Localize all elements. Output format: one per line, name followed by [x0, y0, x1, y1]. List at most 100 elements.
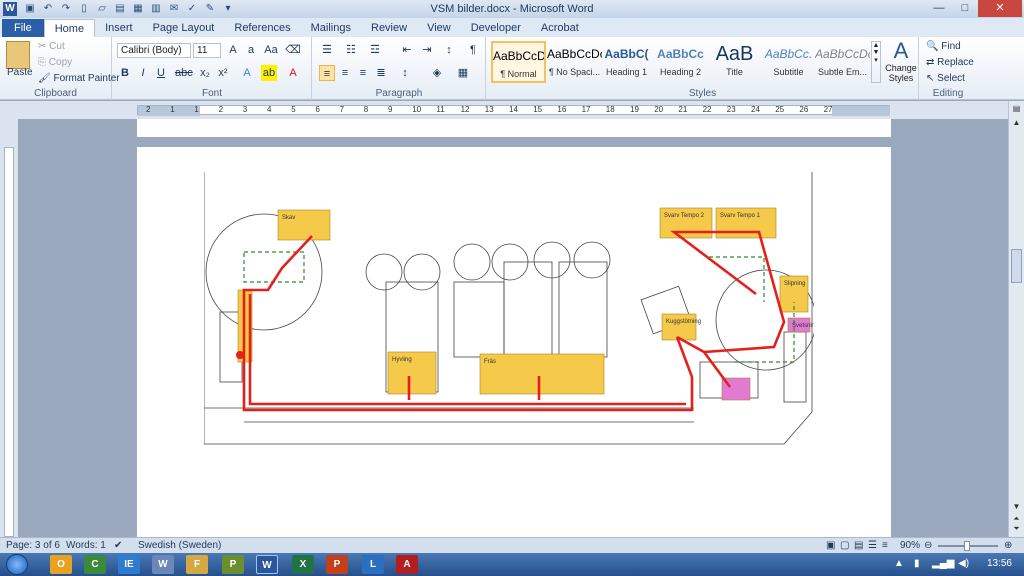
format-painter-button[interactable]: 🖌 Format Painter [38, 73, 120, 84]
align-center-icon[interactable]: ≡ [337, 65, 353, 81]
styles-scroll-icon[interactable]: ▲ ▼ ▾ [871, 41, 881, 83]
vertical-scrollbar[interactable]: ▤ ▲ ▼ ⏶ ⏷ [1008, 101, 1024, 537]
taskbar-app-chrome[interactable]: C [84, 555, 106, 574]
floor-plan-image[interactable]: Skav Svarv Tempo 2 Svarv Tempo 1 Hyvling Frä… [204, 172, 814, 446]
language-indicator[interactable]: Swedish (Sweden) [138, 540, 221, 551]
tab-acrobat[interactable]: Acrobat [531, 19, 589, 37]
tab-developer[interactable]: Developer [461, 19, 531, 37]
minimize-button[interactable]: — [926, 0, 952, 17]
tab-insert[interactable]: Insert [95, 19, 143, 37]
zoom-level[interactable]: 90% [900, 540, 920, 551]
style-subtitle[interactable]: AaBbCc. Subtitle [761, 41, 816, 83]
paste-icon[interactable] [6, 41, 30, 69]
style-normal[interactable]: AaBbCcDc ¶ Normal [491, 41, 546, 83]
close-button[interactable]: ✕ [978, 0, 1022, 17]
taskbar-app-acrobat[interactable]: A [396, 555, 418, 574]
next-page-icon[interactable]: ⏷ [1011, 523, 1022, 534]
scroll-up-icon[interactable]: ▲ [1011, 117, 1022, 128]
taskbar-app-outlook[interactable]: O [50, 555, 72, 574]
quick-print-icon[interactable]: ▥ [149, 2, 163, 16]
style-no-spacing[interactable]: AaBbCcDc ¶ No Spaci... [547, 41, 602, 83]
copy-button[interactable]: ⎘ Copy [38, 57, 72, 68]
print-preview-icon[interactable]: ▦ [131, 2, 145, 16]
taskbar-app-excel[interactable]: X [292, 555, 314, 574]
tab-references[interactable]: References [224, 19, 300, 37]
full-screen-icon[interactable]: ▢ [840, 540, 849, 551]
shading-icon[interactable]: ◈ [429, 65, 445, 81]
shrink-font-icon[interactable]: a [243, 42, 259, 58]
start-button[interactable] [6, 554, 28, 575]
taskbar-app-word[interactable]: W [256, 555, 278, 574]
taskbar-app-lync[interactable]: L [362, 555, 384, 574]
find-button[interactable]: 🔍 Find [926, 41, 961, 52]
borders-icon[interactable]: ▦ [455, 65, 471, 81]
taskbar-app-powerpoint[interactable]: P [326, 555, 348, 574]
zoom-out-icon[interactable]: ⊖ [924, 540, 932, 551]
page-count[interactable]: Page: 3 of 6 [6, 540, 60, 551]
network-icon[interactable]: ▂▄▆ [932, 558, 954, 569]
subscript-icon[interactable]: x₂ [197, 65, 213, 81]
taskbar-app-explorer[interactable]: F [186, 555, 208, 574]
show-marks-icon[interactable]: ¶ [465, 42, 481, 58]
email-icon[interactable]: ✉ [167, 2, 181, 16]
tab-review[interactable]: Review [361, 19, 417, 37]
underline-icon[interactable]: U [153, 65, 169, 81]
open-icon[interactable]: ▱ [95, 2, 109, 16]
horizontal-ruler[interactable]: 2 1 1 2 3 4 5 6 7 8 9 10 11 12 13 14 15 16 17 18 19 20 21 22 23 2… [0, 101, 1024, 119]
print-layout-icon[interactable]: ▣ [826, 540, 835, 551]
tab-file[interactable]: File [2, 19, 44, 37]
change-styles-button[interactable]: A Change Styles [885, 39, 917, 84]
new-icon[interactable]: ▯ [77, 2, 91, 16]
word-app-icon[interactable]: W [3, 2, 17, 16]
proofing-icon[interactable]: ✔ [114, 540, 122, 551]
justify-icon[interactable]: ≣ [373, 65, 389, 81]
style-subtle-emphasis[interactable]: AaBbCcDc Subtle Em... [815, 41, 870, 83]
taskbar-app-word-doc[interactable]: W [152, 555, 174, 574]
taskbar-app-project[interactable]: P [222, 555, 244, 574]
maximize-button[interactable]: □ [952, 0, 978, 17]
tab-home[interactable]: Home [43, 19, 96, 37]
change-case-icon[interactable]: Aa [263, 42, 279, 58]
clear-formatting-icon[interactable]: ⌫ [285, 42, 301, 58]
customize-icon[interactable]: ▾ [221, 2, 235, 16]
vertical-ruler[interactable] [0, 119, 18, 537]
save-as-icon[interactable]: ▤ [113, 2, 127, 16]
spelling-icon[interactable]: ✓ [185, 2, 199, 16]
zoom-slider-thumb[interactable] [964, 541, 970, 551]
tab-page-layout[interactable]: Page Layout [143, 19, 225, 37]
font-family-select[interactable]: Calibri (Body) [117, 43, 191, 58]
superscript-icon[interactable]: x² [215, 65, 231, 81]
multilevel-list-icon[interactable]: ☲ [367, 42, 383, 58]
text-effects-icon[interactable]: A [239, 65, 255, 81]
volume-icon[interactable]: ◀) [958, 558, 969, 569]
numbering-icon[interactable]: ☷ [343, 42, 359, 58]
scroll-thumb[interactable] [1011, 249, 1022, 283]
select-button[interactable]: ↖ Select [926, 73, 965, 84]
paste-button[interactable]: Paste [7, 67, 33, 78]
format-painter-icon[interactable]: ✎ [203, 2, 217, 16]
undo-icon[interactable]: ↶ [41, 2, 55, 16]
style-title[interactable]: AaB Title [707, 41, 762, 83]
sort-icon[interactable]: ↕ [441, 42, 457, 58]
align-right-icon[interactable]: ≡ [355, 65, 371, 81]
web-layout-icon[interactable]: ▤ [854, 540, 863, 551]
replace-button[interactable]: ⇄ Replace [926, 57, 974, 68]
zoom-in-icon[interactable]: ⊕ [1004, 540, 1012, 551]
highlight-icon[interactable]: ab [261, 65, 277, 81]
outline-icon[interactable]: ☰ [868, 540, 877, 551]
style-heading-1[interactable]: AaBbC(Heading 1 [599, 41, 654, 83]
font-size-select[interactable]: 11 [193, 43, 221, 58]
bold-icon[interactable]: B [117, 65, 133, 81]
scroll-down-icon[interactable]: ▼ [1011, 501, 1022, 512]
increase-indent-icon[interactable]: ⇥ [419, 42, 435, 58]
redo-icon[interactable]: ↷ [59, 2, 73, 16]
show-hidden-icon[interactable]: ▲ [894, 558, 904, 569]
italic-icon[interactable]: I [135, 65, 151, 81]
decrease-indent-icon[interactable]: ⇤ [399, 42, 415, 58]
taskbar-app-ie[interactable]: IE [118, 555, 140, 574]
tab-view[interactable]: View [417, 19, 461, 37]
bullets-icon[interactable]: ☰ [319, 42, 335, 58]
grow-font-icon[interactable]: A [225, 42, 241, 58]
view-ruler-icon[interactable]: ▤ [1011, 103, 1022, 114]
draft-icon[interactable]: ≡ [882, 540, 888, 551]
